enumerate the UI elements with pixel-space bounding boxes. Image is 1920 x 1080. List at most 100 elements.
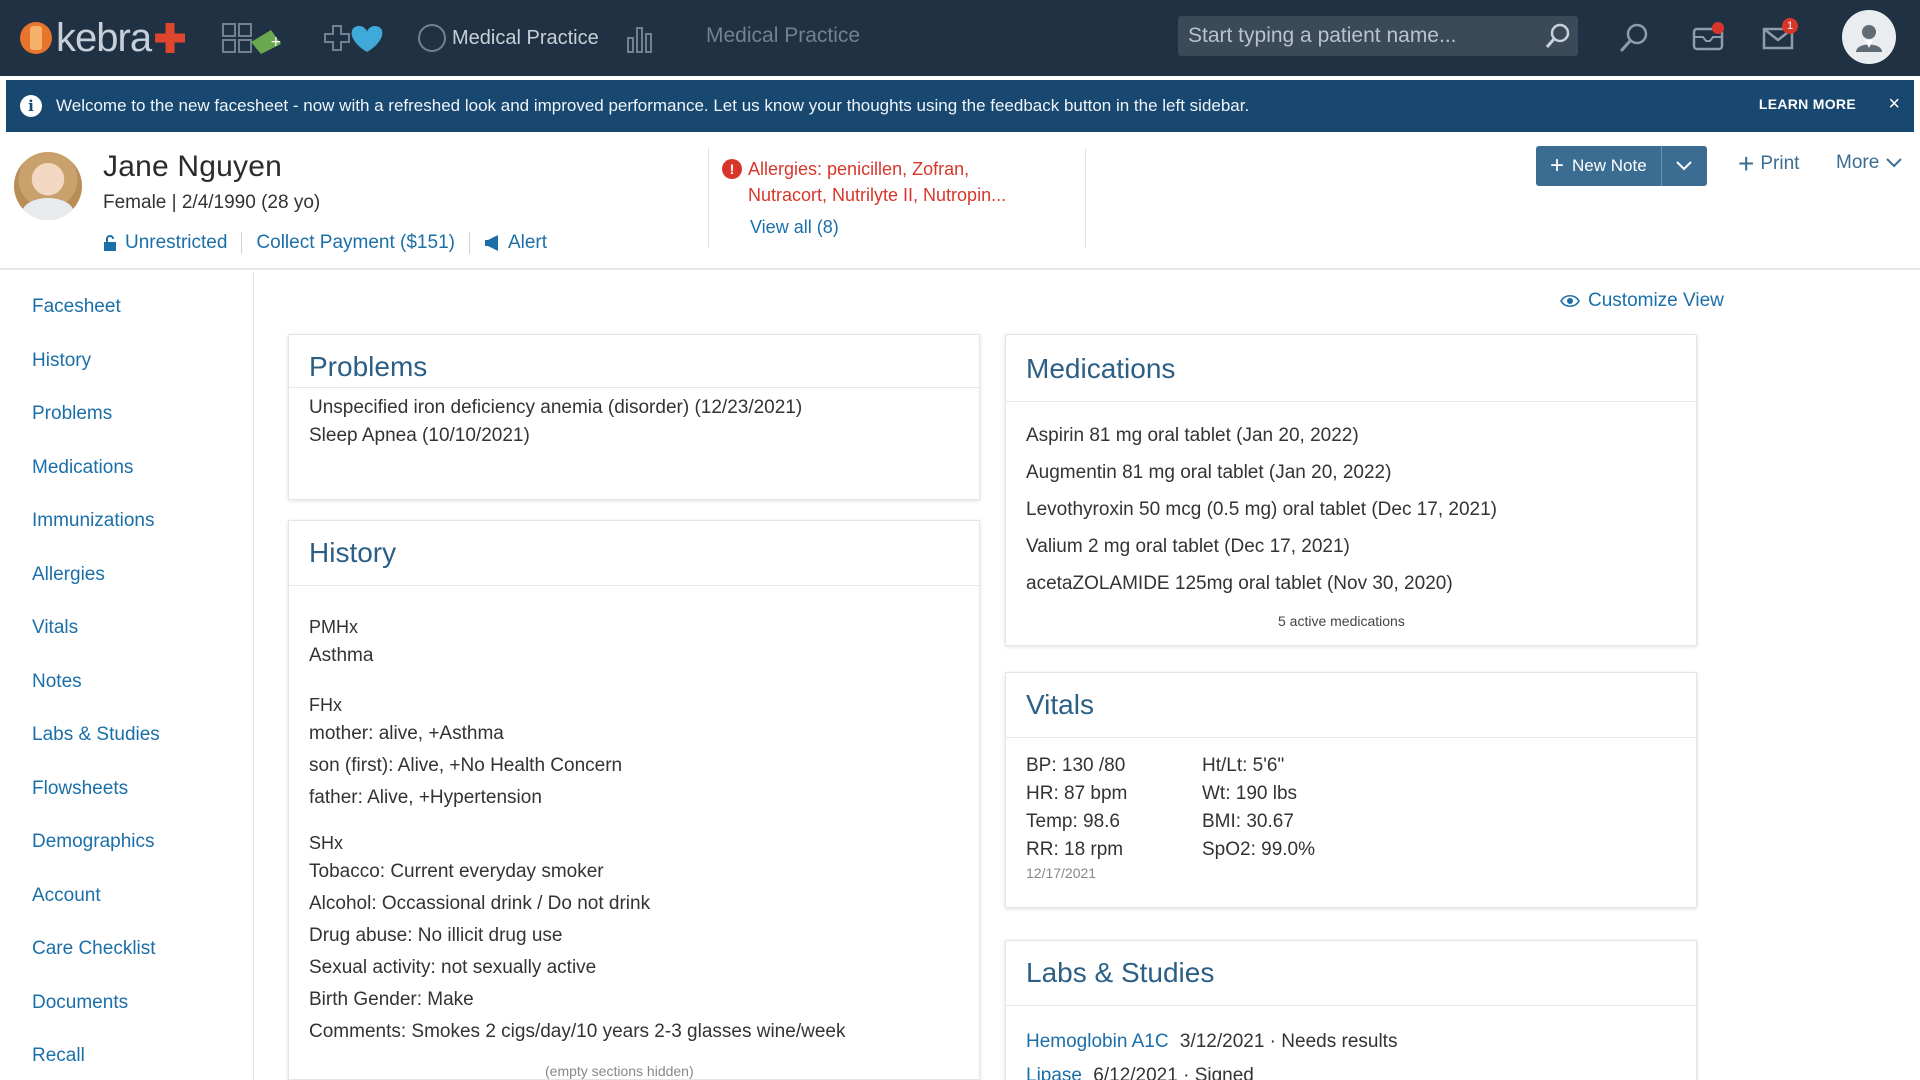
medication-item: Levothyroxin 50 mcg (0.5 mg) oral tablet…: [1026, 499, 1498, 520]
lab-name-link[interactable]: Hemoglobin A1C: [1026, 1031, 1169, 1052]
history-title[interactable]: History: [309, 537, 396, 569]
shx-item: Comments: Smokes 2 cigs/day/10 years 2-3…: [309, 1021, 846, 1042]
fhx-label: FHx: [309, 695, 342, 715]
alert-label: Alert: [507, 232, 548, 253]
sidebar-item-labs-studies[interactable]: Labs & Studies: [32, 724, 160, 746]
new-note-button-group: + New Note: [1536, 146, 1707, 186]
problems-card: Problems Unspecified iron deficiency ane…: [288, 334, 980, 500]
restricted-toggle[interactable]: Unrestricted: [103, 232, 227, 254]
patient-photo: [14, 152, 82, 220]
reports-chart-icon[interactable]: [620, 18, 660, 58]
top-navigation-bar: kebra + Medical Practice Medical Practic…: [0, 0, 1920, 76]
medication-item: Aspirin 81 mg oral tablet (Jan 20, 2022): [1026, 425, 1359, 446]
search-icon[interactable]: [1538, 16, 1578, 56]
problem-item: Unspecified iron deficiency anemia (diso…: [309, 397, 803, 418]
sidebar-item-account[interactable]: Account: [32, 885, 101, 907]
print-button[interactable]: + Print: [1738, 150, 1799, 178]
alert-link[interactable]: Alert: [484, 232, 547, 254]
medication-item: Augmentin 81 mg oral tablet (Jan 20, 202…: [1026, 462, 1392, 483]
sidebar-item-allergies[interactable]: Allergies: [32, 564, 105, 586]
sidebar-item-flowsheets[interactable]: Flowsheets: [32, 778, 128, 800]
health-heart-icon[interactable]: [316, 18, 388, 58]
history-card: History PMHx Asthma FHx mother: alive, +…: [288, 520, 980, 1080]
note-actions: + New Note: [1536, 146, 1707, 186]
labs-title[interactable]: Labs & Studies: [1026, 957, 1214, 989]
vitals-date: 12/17/2021: [1026, 865, 1097, 881]
user-avatar[interactable]: [1842, 10, 1896, 64]
card-divider: [1006, 1005, 1696, 1006]
vital-rr: RR: 18 rpm: [1026, 839, 1124, 860]
active-medications-count: 5 active medications: [1278, 613, 1405, 629]
chevron-down-icon: [1676, 161, 1692, 171]
nav-medical-practice[interactable]: Medical Practice: [418, 18, 608, 58]
new-note-label: New Note: [1572, 156, 1647, 175]
patient-search-input[interactable]: [1188, 24, 1538, 48]
more-label: More: [1836, 152, 1880, 173]
sidebar-item-immunizations[interactable]: Immunizations: [32, 510, 155, 532]
more-menu-button[interactable]: More: [1836, 152, 1903, 174]
lock-icon: [104, 235, 116, 251]
sidebar-item-medications[interactable]: Medications: [32, 457, 133, 479]
messages-badge: [1712, 22, 1724, 34]
find-search-icon[interactable]: [1612, 16, 1656, 60]
problems-title[interactable]: Problems: [309, 351, 427, 383]
sidebar-item-facesheet[interactable]: Facesheet: [32, 296, 121, 318]
customize-view-link[interactable]: Customize View: [1560, 290, 1724, 312]
header-divider: [708, 148, 709, 248]
vital-weight: Wt: 190 lbs: [1202, 783, 1298, 804]
vital-bmi: BMI: 30.67: [1202, 811, 1294, 832]
vitals-title[interactable]: Vitals: [1026, 689, 1094, 721]
allergies-view-all-link[interactable]: View all (8): [722, 214, 1052, 240]
nav-practice-label: Medical Practice: [452, 26, 599, 49]
lab-row: Hemoglobin A1C 3/12/2021 · Needs results: [1026, 1031, 1397, 1053]
vital-height: Ht/Lt: 5'6": [1202, 755, 1285, 776]
messages-icon[interactable]: [1686, 16, 1730, 60]
fhx-item: son (first): Alive, +No Health Concern: [309, 755, 623, 776]
pmhx-label: PMHx: [309, 617, 358, 637]
new-note-dropdown[interactable]: [1660, 146, 1707, 186]
vital-bp: BP: 130 /80: [1026, 755, 1126, 776]
shx-item: Birth Gender: Make: [309, 989, 474, 1010]
app-logo[interactable]: kebra: [20, 14, 186, 62]
sidebar-item-history[interactable]: History: [32, 350, 91, 372]
close-icon[interactable]: ×: [1888, 93, 1900, 116]
sidebar-item-problems[interactable]: Problems: [32, 403, 112, 425]
pmhx-item: Asthma: [309, 645, 374, 666]
lab-detail: 6/12/2021 · Signed: [1093, 1065, 1254, 1080]
sidebar-item-recall[interactable]: Recall: [32, 1045, 85, 1067]
mail-icon[interactable]: 1: [1756, 16, 1800, 60]
medication-item: Valium 2 mg oral tablet (Dec 17, 2021): [1026, 536, 1350, 557]
sidebar-item-care-checklist[interactable]: Care Checklist: [32, 938, 156, 960]
collect-payment-link[interactable]: Collect Payment ($151): [256, 232, 455, 254]
plus-icon: +: [1550, 152, 1565, 179]
chevron-down-icon: [1886, 158, 1903, 168]
fhx-item: father: Alive, +Hypertension: [309, 787, 542, 808]
sidebar-item-demographics[interactable]: Demographics: [32, 831, 155, 853]
banner-message: Welcome to the new facesheet - now with …: [56, 96, 1250, 115]
new-note-button[interactable]: + New Note: [1536, 146, 1661, 186]
allergies-summary: ! Allergies: penicillen, Zofran, Nutraco…: [722, 156, 1052, 240]
shx-label: SHx: [309, 833, 344, 853]
print-label: Print: [1760, 153, 1800, 174]
apps-grid-icon[interactable]: +: [218, 18, 288, 58]
facesheet-app: kebra + Medical Practice Medical Practic…: [0, 0, 1920, 1080]
shx-item: Drug abuse: No illicit drug use: [309, 925, 563, 946]
sidebar-item-documents[interactable]: Documents: [32, 992, 128, 1014]
sidebar-item-vitals[interactable]: Vitals: [32, 617, 78, 639]
patient-demographics: Female | 2/4/1990 (28 yo): [103, 192, 321, 213]
lab-name-link[interactable]: Lipase: [1026, 1065, 1082, 1080]
sidebar-item-notes[interactable]: Notes: [32, 671, 82, 693]
card-divider: [1006, 737, 1696, 738]
vitals-card: Vitals BP: 130 /80 HR: 87 bpm Temp: 98.6…: [1005, 672, 1697, 908]
divider: [241, 232, 243, 254]
labs-studies-card: Labs & Studies Hemoglobin A1C 3/12/2021 …: [1005, 940, 1697, 1080]
shx-item: Alcohol: Occassional drink / Do not drin…: [309, 893, 651, 914]
medications-card: Medications Aspirin 81 mg oral tablet (J…: [1005, 334, 1697, 646]
medications-title[interactable]: Medications: [1026, 353, 1175, 385]
learn-more-link[interactable]: LEARN MORE: [1759, 96, 1856, 112]
megaphone-icon: [484, 235, 498, 251]
lab-detail: 3/12/2021 · Needs results: [1179, 1031, 1398, 1052]
plus-icon: +: [1738, 148, 1755, 179]
problem-item: Sleep Apnea (10/10/2021): [309, 425, 530, 446]
card-divider: [1006, 401, 1696, 402]
